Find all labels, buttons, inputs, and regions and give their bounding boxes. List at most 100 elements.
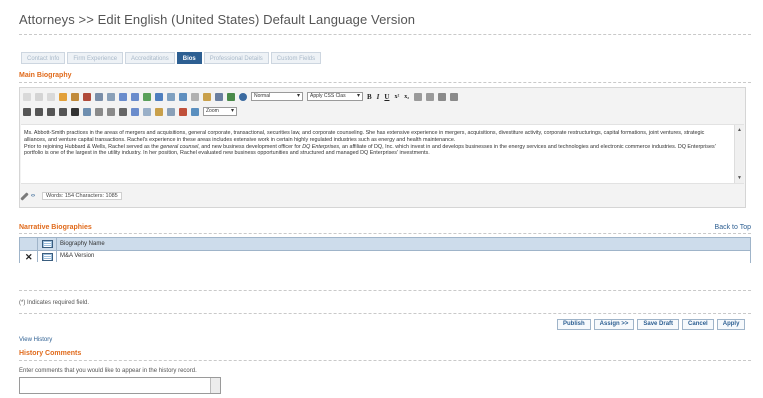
html-mode-icon[interactable]: ‹› xyxy=(31,193,35,199)
editor-scrollbar[interactable]: ▲ ▼ xyxy=(734,125,744,183)
bio-p2-part-a: Prior to rejoining Hubbard & Wells, Rach… xyxy=(24,143,161,150)
history-divider xyxy=(19,360,751,361)
font-size-up-icon[interactable] xyxy=(95,107,103,116)
grid-column-divider xyxy=(37,238,38,262)
css-class-select[interactable]: Apply CSS Clas xyxy=(307,92,363,101)
buttons-divider xyxy=(19,313,751,314)
find-icon[interactable] xyxy=(95,92,103,101)
replace-icon[interactable] xyxy=(107,92,115,101)
snippet-icon[interactable] xyxy=(143,107,151,116)
module-icon[interactable] xyxy=(167,107,175,116)
history-comments-input[interactable] xyxy=(19,377,221,394)
align-center-icon[interactable] xyxy=(35,107,43,116)
editor-toolbar-row-2: Zoom xyxy=(23,106,241,117)
apply-button[interactable]: Apply xyxy=(716,319,746,330)
align-justify-icon[interactable] xyxy=(59,107,67,116)
scroll-down-icon[interactable]: ▼ xyxy=(737,175,742,181)
indent-icon[interactable] xyxy=(450,92,459,101)
publish-button[interactable]: Publish xyxy=(557,319,591,330)
delete-icon[interactable]: ✕ xyxy=(25,252,33,263)
title-divider xyxy=(19,34,751,35)
globe-icon[interactable] xyxy=(239,92,247,101)
paste-word-icon[interactable] xyxy=(59,92,67,101)
italic-button[interactable]: I xyxy=(377,93,380,101)
back-to-top-link[interactable]: Back to Top xyxy=(715,224,751,231)
tab-firm-experience[interactable]: Firm Experience xyxy=(67,52,124,64)
bio-paragraph-2: Prior to rejoining Hubbard & Wells, Rach… xyxy=(24,144,724,158)
paste-text-icon[interactable] xyxy=(71,92,79,101)
tab-accreditations[interactable]: Accreditations xyxy=(125,52,175,64)
table-icon[interactable] xyxy=(215,92,223,101)
required-field-note: (*) Indicates required field. xyxy=(19,300,90,306)
link-icon[interactable] xyxy=(227,92,235,101)
symbol-icon[interactable] xyxy=(155,107,163,116)
bulleted-list-icon[interactable] xyxy=(426,92,435,101)
assign-button[interactable]: Assign >> xyxy=(593,319,635,330)
word-count: Words: 154 Characters: 1085 xyxy=(42,192,122,200)
narrative-bio-grid: Biography Name ✕ M&A Version xyxy=(19,237,751,263)
paragraph-style-select[interactable]: Normal xyxy=(251,92,303,101)
bio-p2-emphasis-1: general counsel xyxy=(160,143,199,150)
editor-toolbar-row-1: Normal Apply CSS Clas B I U x² x₂ xyxy=(23,91,462,102)
paste-icon[interactable] xyxy=(47,92,55,101)
cut-icon[interactable] xyxy=(23,92,31,101)
bold-button[interactable]: B xyxy=(367,93,372,101)
align-none-icon[interactable] xyxy=(71,107,79,116)
view-history-link[interactable]: View History xyxy=(19,337,52,343)
history-input-scrollbar[interactable] xyxy=(210,378,220,393)
special-character-icon[interactable] xyxy=(131,107,139,116)
undo-icon[interactable] xyxy=(119,92,127,101)
editor-footer: ‹› Words: 154 Characters: 1085 xyxy=(20,191,122,201)
tab-professional-details[interactable]: Professional Details xyxy=(203,52,269,64)
table-row: ✕ M&A Version xyxy=(20,251,750,263)
font-size-down-icon[interactable] xyxy=(107,107,115,116)
grid-header-row: Biography Name xyxy=(20,238,750,251)
rich-text-editor: Normal Apply CSS Clas B I U x² x₂ Zoom M… xyxy=(19,87,746,208)
save-draft-button[interactable]: Save Draft xyxy=(637,319,680,330)
main-bio-divider xyxy=(19,82,751,83)
cancel-button[interactable]: Cancel xyxy=(682,319,714,330)
tab-bios[interactable]: Bios xyxy=(176,52,202,64)
template-icon[interactable] xyxy=(203,92,211,101)
design-mode-icon[interactable] xyxy=(20,191,29,201)
align-right-icon[interactable] xyxy=(47,107,55,116)
zoom-select[interactable]: Zoom xyxy=(203,107,237,116)
redo-icon[interactable] xyxy=(131,92,139,101)
paste-html-icon[interactable] xyxy=(83,92,91,101)
tab-custom-fields[interactable]: Custom Fields xyxy=(270,52,322,64)
align-left-icon[interactable] xyxy=(23,107,31,116)
tab-bar: Contact Info Firm Experience Accreditati… xyxy=(21,52,323,64)
subscript-button[interactable]: x₂ xyxy=(404,94,409,100)
copy-icon[interactable] xyxy=(35,92,43,101)
bio-paragraph-1: Ms. Abbott-Smith practices in the areas … xyxy=(24,130,705,143)
tab-contact-info[interactable]: Contact Info xyxy=(21,52,66,64)
format-stripper-icon[interactable] xyxy=(191,107,199,116)
superscript-button[interactable]: x² xyxy=(394,94,399,100)
required-divider xyxy=(19,290,751,291)
scroll-up-icon[interactable]: ▲ xyxy=(737,127,742,133)
numbered-list-icon[interactable] xyxy=(414,92,423,101)
history-comments-title: History Comments xyxy=(19,350,82,357)
image-manager-icon[interactable] xyxy=(167,92,175,101)
flash-icon[interactable] xyxy=(179,107,187,116)
action-button-bar: Publish Assign >> Save Draft Cancel Appl… xyxy=(557,319,748,330)
outdent-icon[interactable] xyxy=(438,92,447,101)
document-icon[interactable] xyxy=(191,92,199,101)
grid-header-biography-name: Biography Name xyxy=(60,241,105,247)
horizontal-rule-icon[interactable] xyxy=(83,107,91,116)
biography-name-cell[interactable]: M&A Version xyxy=(60,253,94,259)
edit-bio-icon[interactable] xyxy=(42,253,53,261)
narrative-biographies-title: Narrative Biographies xyxy=(19,224,92,231)
media-icon[interactable] xyxy=(179,92,187,101)
insert-image-icon[interactable] xyxy=(155,92,163,101)
format-block-icon[interactable] xyxy=(119,107,127,116)
underline-button[interactable]: U xyxy=(384,93,389,101)
main-biography-title: Main Biography xyxy=(19,72,72,79)
grid-column-divider xyxy=(56,238,57,262)
biography-text-area[interactable]: Ms. Abbott-Smith practices in the areas … xyxy=(21,124,744,184)
spellcheck-icon[interactable] xyxy=(143,92,151,101)
narrative-divider xyxy=(19,233,751,234)
page-title: Attorneys >> Edit English (United States… xyxy=(19,12,416,27)
history-instruction: Enter comments that you would like to ap… xyxy=(19,368,197,374)
grid-header-icon xyxy=(42,240,53,248)
